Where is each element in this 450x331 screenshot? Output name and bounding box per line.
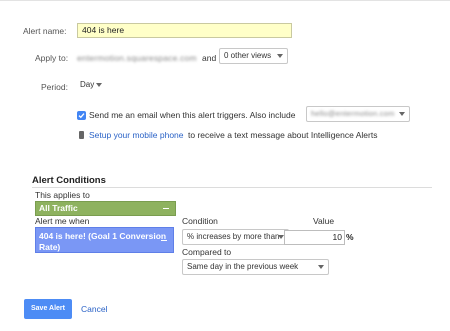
chevron-down-icon bbox=[161, 240, 167, 241]
email-checkbox[interactable] bbox=[77, 111, 86, 120]
chevron-down-icon bbox=[96, 83, 102, 87]
chevron-down-icon bbox=[318, 265, 324, 269]
email-include-select[interactable]: hello@entermotion.com bbox=[306, 106, 410, 122]
email-include-value: hello@entermotion.com bbox=[311, 109, 395, 118]
applies-to-label: This applies to bbox=[35, 190, 90, 200]
alert-conditions-title: Alert Conditions bbox=[32, 175, 106, 186]
email-option-text: Send me an email when this alert trigger… bbox=[89, 110, 296, 120]
and-text: and bbox=[202, 53, 217, 63]
metric-select-label: 404 is here! (Goal 1 Conversion Rate) bbox=[39, 231, 167, 252]
value-label: Value bbox=[313, 216, 335, 226]
compared-to-label: Compared to bbox=[182, 247, 232, 257]
compared-to-select[interactable]: Same day in the previous week bbox=[182, 259, 329, 275]
views-select[interactable]: 0 other views bbox=[219, 48, 288, 64]
setup-mobile-link[interactable]: Setup your mobile phone bbox=[89, 130, 184, 140]
chevron-down-icon bbox=[399, 112, 405, 116]
condition-select-label: % increases by more than bbox=[187, 232, 280, 241]
alert-name-label: Alert name: bbox=[23, 26, 67, 36]
period-label: Period: bbox=[41, 82, 68, 92]
condition-select[interactable]: % increases by more than bbox=[182, 229, 289, 245]
property-name: entermotion.squarespace.com bbox=[77, 53, 197, 63]
alert-me-when-label: Alert me when bbox=[35, 216, 90, 226]
alert-name-input[interactable]: 404 is here bbox=[77, 23, 292, 38]
chevron-down-icon bbox=[277, 54, 283, 58]
save-alert-button[interactable]: Save Alert bbox=[24, 299, 72, 319]
check-icon bbox=[78, 113, 85, 119]
cancel-button[interactable]: Cancel bbox=[81, 304, 107, 314]
views-select-label: 0 other views bbox=[224, 51, 272, 60]
chevron-down-icon bbox=[163, 208, 169, 209]
phone-icon bbox=[79, 131, 84, 139]
metric-select[interactable]: 404 is here! (Goal 1 Conversion Rate) bbox=[35, 227, 174, 253]
conditions-divider bbox=[32, 187, 432, 188]
segment-select-label: All Traffic bbox=[39, 203, 78, 213]
mobile-option-text: to receive a text message about Intellig… bbox=[188, 130, 378, 140]
compared-to-select-label: Same day in the previous week bbox=[187, 262, 299, 271]
value-input[interactable]: 10 bbox=[284, 230, 345, 245]
condition-label: Condition bbox=[182, 216, 218, 226]
top-divider bbox=[0, 0, 450, 1]
period-select-label: Day bbox=[80, 80, 95, 89]
segment-select[interactable]: All Traffic bbox=[35, 201, 176, 216]
period-select[interactable]: Day bbox=[78, 78, 108, 92]
apply-to-label: Apply to: bbox=[35, 53, 69, 63]
value-unit: % bbox=[346, 232, 354, 242]
